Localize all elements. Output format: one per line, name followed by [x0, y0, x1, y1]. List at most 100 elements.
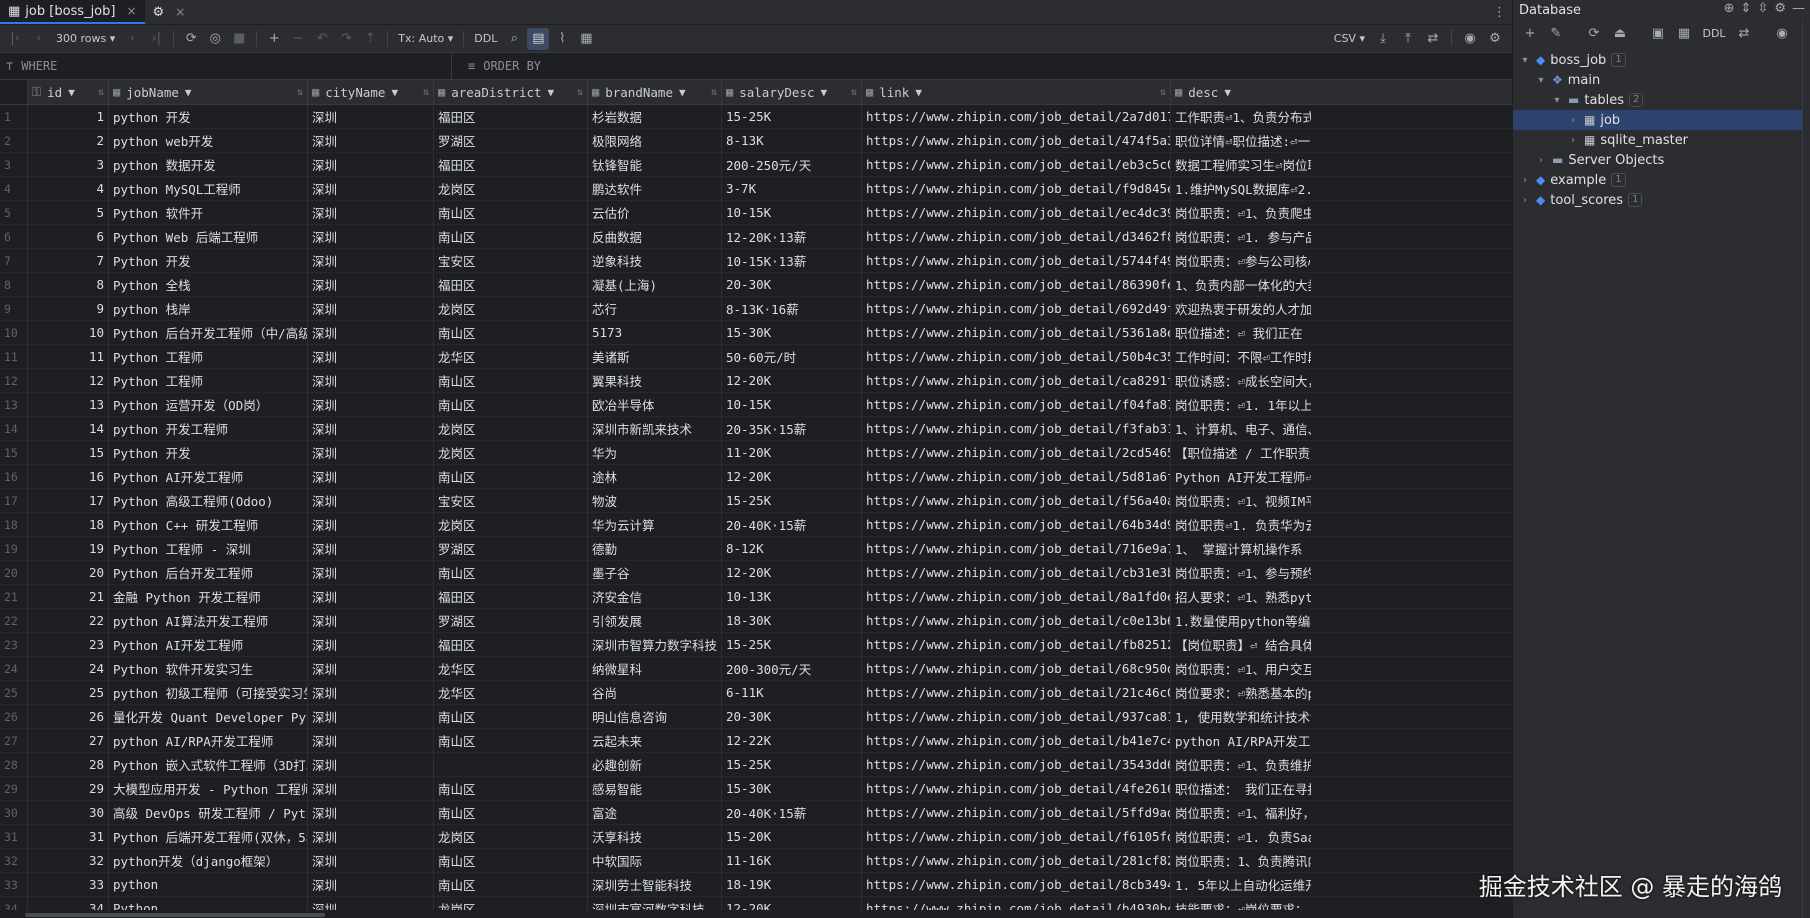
row-number[interactable]: 3	[0, 153, 28, 176]
row-number[interactable]: 4	[0, 177, 28, 200]
cell-brandname[interactable]: 鹏达软件	[588, 177, 722, 200]
cell-id[interactable]: 16	[28, 465, 109, 488]
filter-icon[interactable]: ▼	[391, 86, 398, 99]
cell-link[interactable]: https://www.zhipin.com/job_detail/8cb349…	[862, 873, 1171, 896]
column-header-desc[interactable]: ▦ desc ▼	[1171, 80, 1311, 104]
cell-cityname[interactable]: 深圳	[308, 369, 434, 392]
cell-link[interactable]: https://www.zhipin.com/job_detail/5744f4…	[862, 249, 1171, 272]
cell-jobname[interactable]: Python 软件开	[109, 201, 308, 224]
cell-cityname[interactable]: 深圳	[308, 729, 434, 752]
cell-salarydesc[interactable]: 18-30K	[722, 609, 862, 632]
cell-link[interactable]: https://www.zhipin.com/job_detail/21c46c…	[862, 681, 1171, 704]
row-number[interactable]: 29	[0, 777, 28, 800]
cell-id[interactable]: 29	[28, 777, 109, 800]
cell-desc[interactable]: 岗位要求：⏎熟悉基本的py	[1171, 681, 1311, 704]
cell-areadistrict[interactable]: 南山区	[434, 729, 588, 752]
cell-cityname[interactable]: 深圳	[308, 537, 434, 560]
cell-desc[interactable]: Python AI开发工程师⏎工	[1171, 465, 1311, 488]
cell-brandname[interactable]: 凝基(上海)	[588, 273, 722, 296]
table-row[interactable]: 29 29 大模型应用开发 - Python 工程师 深圳 南山区 感易智能 15-30K h…	[0, 777, 1512, 801]
cell-link[interactable]: https://www.zhipin.com/job_detail/8a1fd0…	[862, 585, 1171, 608]
row-number[interactable]: 21	[0, 585, 28, 608]
cell-jobname[interactable]: python 开发工程师	[109, 417, 308, 440]
cell-link[interactable]: https://www.zhipin.com/job_detail/cb31e3…	[862, 561, 1171, 584]
crosshair-icon[interactable]: ⊕	[1724, 1, 1735, 16]
cell-salarydesc[interactable]: 15-30K	[722, 777, 862, 800]
cell-cityname[interactable]: 深圳	[308, 297, 434, 320]
cell-jobname[interactable]: python AI/RPA开发工程师	[109, 729, 308, 752]
cell-brandname[interactable]: 华为云计算	[588, 513, 722, 536]
cell-salarydesc[interactable]: 50-60元/时	[722, 345, 862, 368]
page-size-select[interactable]: 300 rows ▾	[52, 28, 119, 50]
next-page-icon[interactable]: ›	[121, 28, 143, 50]
cell-areadistrict[interactable]: 龙华区	[434, 681, 588, 704]
sort-icon[interactable]: ⇅	[297, 87, 303, 98]
row-number[interactable]: 14	[0, 417, 28, 440]
row-number[interactable]: 26	[0, 705, 28, 728]
tree-item[interactable]: › ▦ sqlite_master	[1513, 130, 1810, 150]
filter-icon[interactable]: ▼	[915, 86, 922, 99]
cell-jobname[interactable]: Python AI开发工程师	[109, 633, 308, 656]
cell-areadistrict[interactable]: 龙岗区	[434, 513, 588, 536]
cell-salarydesc[interactable]: 10-15K·13薪	[722, 249, 862, 272]
filter-view-icon[interactable]: ▤	[527, 27, 550, 50]
cell-areadistrict[interactable]: 宝安区	[434, 489, 588, 512]
cell-desc[interactable]: 岗位职责：⏎1、参与预约	[1171, 561, 1311, 584]
sort-icon[interactable]: ⇅	[711, 87, 717, 98]
row-number[interactable]: 20	[0, 561, 28, 584]
cell-areadistrict[interactable]: 龙岗区	[434, 297, 588, 320]
cell-desc[interactable]: 岗位职责：⏎1、负责爬虫	[1171, 201, 1311, 224]
cell-desc[interactable]: 岗位职责：1、负责腾讯内	[1171, 849, 1311, 872]
cell-cityname[interactable]: 深圳	[308, 177, 434, 200]
row-number[interactable]: 6	[0, 225, 28, 248]
cell-jobname[interactable]: python MySQL工程师	[109, 177, 308, 200]
cell-cityname[interactable]: 深圳	[308, 777, 434, 800]
cell-id[interactable]: 9	[28, 297, 109, 320]
ddl-button[interactable]: DDL	[1699, 22, 1729, 44]
cell-link[interactable]: https://www.zhipin.com/job_detail/f6105f…	[862, 825, 1171, 848]
cell-salarydesc[interactable]: 15-25K	[722, 753, 862, 776]
cell-link[interactable]: https://www.zhipin.com/job_detail/937ca8…	[862, 705, 1171, 728]
gear-icon[interactable]: ⚙	[1484, 27, 1506, 49]
filter-icon[interactable]: ▼	[679, 86, 686, 99]
cell-desc[interactable]: 1.数量使用python等编程	[1171, 609, 1311, 632]
cell-desc[interactable]: 岗位职责：⏎1、福利好，	[1171, 801, 1311, 824]
gear-icon[interactable]: ⚙	[1774, 1, 1786, 16]
cell-salarydesc[interactable]: 15-30K	[722, 321, 862, 344]
column-header-areadistrict[interactable]: ▦ areaDistrict ▼ ⇅	[434, 80, 588, 104]
table-row[interactable]: 13 13 Python 运营开发（OD岗） 深圳 南山区 欧冶半导体 10-15K http…	[0, 393, 1512, 417]
table-row[interactable]: 12 12 Python 工程师 深圳 南山区 翼果科技 12-20K https://www…	[0, 369, 1512, 393]
cell-id[interactable]: 24	[28, 657, 109, 680]
refresh-icon[interactable]: ⟳	[180, 28, 202, 50]
row-number[interactable]: 17	[0, 489, 28, 512]
cell-cityname[interactable]: 深圳	[308, 153, 434, 176]
cell-jobname[interactable]: python web开发	[109, 129, 308, 152]
chevron-right-icon[interactable]: ›	[1567, 135, 1579, 146]
cell-salarydesc[interactable]: 15-25K	[722, 105, 862, 128]
sort-icon[interactable]: ⇅	[423, 87, 429, 98]
cell-brandname[interactable]: 物波	[588, 489, 722, 512]
cell-id[interactable]: 2	[28, 129, 109, 152]
table-row[interactable]: 34 34 Python 深圳 龙岗区 深圳市宴河数字科技 12-20K https://ww…	[0, 897, 1512, 910]
cell-brandname[interactable]: 逆象科技	[588, 249, 722, 272]
cell-desc[interactable]: 招人要求：⏎1、熟悉pyth	[1171, 585, 1311, 608]
cell-areadistrict[interactable]: 龙岗区	[434, 177, 588, 200]
cell-salarydesc[interactable]: 200-300元/天	[722, 657, 862, 680]
cell-desc[interactable]: 岗位职责：⏎1、负责维护	[1171, 753, 1311, 776]
cell-areadistrict[interactable]: 龙岗区	[434, 825, 588, 848]
row-number[interactable]: 9	[0, 297, 28, 320]
cell-cityname[interactable]: 深圳	[308, 561, 434, 584]
tree-item[interactable]: › ▬ Server Objects	[1513, 150, 1810, 170]
cell-salarydesc[interactable]: 8-12K	[722, 537, 862, 560]
delete-row-icon[interactable]: −	[287, 28, 309, 50]
cell-id[interactable]: 28	[28, 753, 109, 776]
cell-jobname[interactable]: Python 运营开发（OD岗）	[109, 393, 308, 416]
table-row[interactable]: 33 33 python 深圳 南山区 深圳劳士智能科技 18-19K https://www…	[0, 873, 1512, 897]
cell-desc[interactable]: 岗位职责⏎1. 负责华为云	[1171, 513, 1311, 536]
cell-brandname[interactable]: 深圳劳士智能科技	[588, 873, 722, 896]
cell-desc[interactable]: 岗位职责：⏎1. 参与产品	[1171, 225, 1311, 248]
cell-cityname[interactable]: 深圳	[308, 489, 434, 512]
cell-desc[interactable]: 岗位职责：⏎1、视频IM平	[1171, 489, 1311, 512]
cell-cityname[interactable]: 深圳	[308, 849, 434, 872]
cell-areadistrict[interactable]: 罗湖区	[434, 609, 588, 632]
